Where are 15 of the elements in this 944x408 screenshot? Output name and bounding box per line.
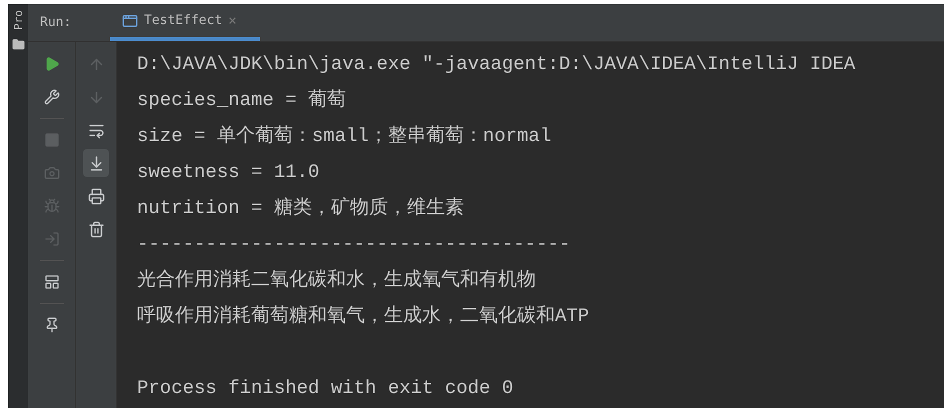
tab-label: TestEffect	[144, 13, 222, 28]
window-icon	[122, 12, 138, 28]
scroll-to-end-icon[interactable]	[83, 149, 109, 177]
exit-message: Process finished with exit code 0	[137, 376, 514, 401]
console-line: sweetness = 11.0	[137, 160, 320, 185]
side-label[interactable]: Pro	[6, 13, 30, 27]
folder-icon[interactable]	[12, 38, 24, 51]
console-line: 呼吸作用消耗葡萄糖和氧气，生成水，二氧化碳和ATP	[137, 304, 590, 329]
console-line: 光合作用消耗二氧化碳和水，生成氧气和有机物	[137, 268, 537, 293]
console-line: D:\JAVA\JDK\bin\java.exe "-javaagent:D:\JAVA\IDEA\IntelliJ IDEA	[137, 52, 856, 77]
run-label: Run:	[39, 14, 72, 32]
console-line: size = 单个葡萄：small；整串葡萄：normal	[137, 124, 552, 149]
console-line: --------------------------------------	[137, 232, 572, 257]
console-line: nutrition = 糖类，矿物质，维生素	[137, 196, 465, 221]
console-line: species_name = 葡萄	[137, 88, 348, 113]
